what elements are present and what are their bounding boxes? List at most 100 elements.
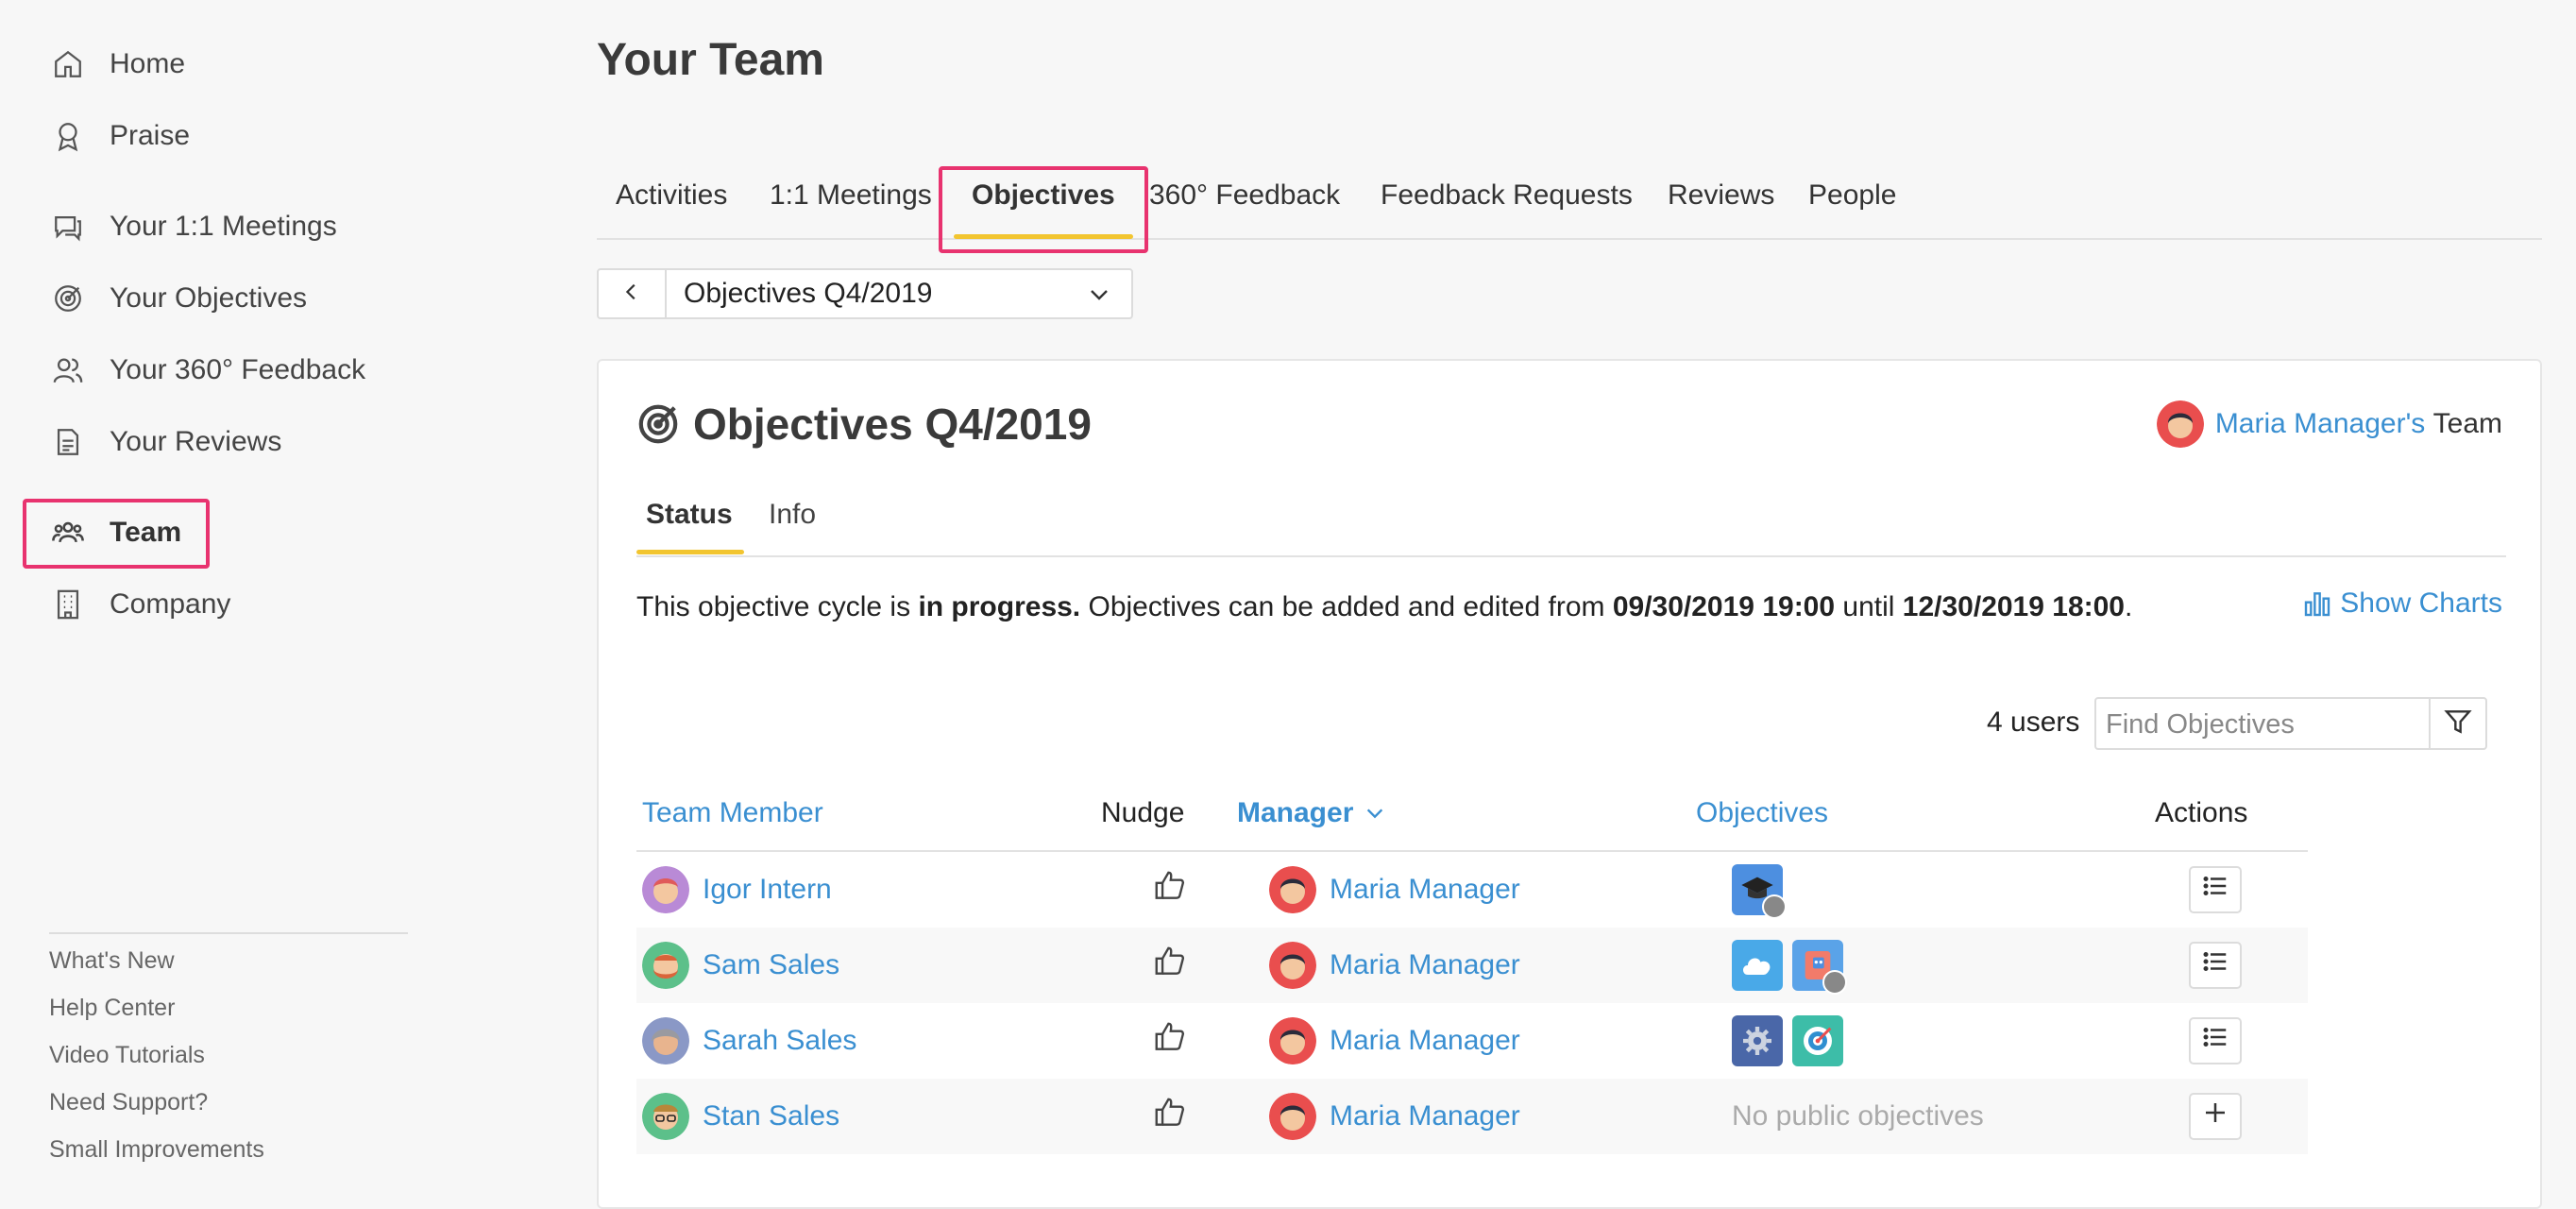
manager-link[interactable]: Maria Manager [1330, 1100, 1520, 1132]
tab-people[interactable]: People [1808, 179, 1896, 212]
sidebar-item-meetings[interactable]: Your 1:1 Meetings [49, 198, 337, 255]
actions-list-button[interactable] [2189, 942, 2242, 989]
nudge-button[interactable] [1152, 928, 1188, 1003]
sidebar-item-label: Your 360° Feedback [110, 354, 366, 385]
member-cell: Stan Sales [642, 1079, 839, 1154]
avatar [642, 1093, 689, 1140]
status-end-date: 12/30/2019 18:00 [1902, 591, 2125, 622]
actions-list-button[interactable] [2189, 1017, 2242, 1064]
cycle-select-value: Objectives Q4/2019 [684, 278, 933, 309]
add-objective-button[interactable] [2189, 1093, 2242, 1140]
tab-meetings[interactable]: 1:1 Meetings [770, 179, 932, 212]
no-public-objectives: No public objectives [1732, 1100, 1984, 1132]
thumbs-up-icon [1152, 1095, 1188, 1138]
footer-link-help-center[interactable]: Help Center [49, 995, 175, 1022]
chat-icon [49, 208, 87, 246]
column-header-manager[interactable]: Manager [1237, 797, 1385, 829]
team-owner-link[interactable]: Maria Manager's [2215, 408, 2425, 440]
sidebar-item-label: Your Objectives [110, 282, 308, 314]
member-cell: Igor Intern [642, 852, 832, 928]
avatar [2156, 400, 2204, 448]
column-header-team-member[interactable]: Team Member [642, 797, 823, 829]
sidebar-item-objectives[interactable]: Your Objectives [49, 270, 307, 327]
avatar [1269, 866, 1316, 913]
sidebar-item-label: Home [110, 48, 186, 79]
column-header-objectives[interactable]: Objectives [1696, 797, 1828, 829]
page-title: Your Team [597, 35, 824, 85]
main-content: Your Team Activities 1:1 Meetings Object… [597, 0, 2576, 1209]
lock-icon [1822, 970, 1847, 995]
avatar [1269, 942, 1316, 989]
tab-360-feedback[interactable]: 360° Feedback [1149, 179, 1340, 212]
list-icon [2201, 872, 2229, 908]
avatar [642, 1017, 689, 1064]
sidebar-item-360-feedback[interactable]: Your 360° Feedback [49, 342, 365, 399]
status-text-part: until [1835, 591, 1903, 622]
manager-link[interactable]: Maria Manager [1330, 1025, 1520, 1057]
gear-icon[interactable] [1732, 1015, 1783, 1066]
footer-link-whats-new[interactable]: What's New [49, 947, 175, 975]
actions-cell [2189, 1003, 2242, 1079]
filter-button[interactable] [2429, 699, 2485, 748]
nudge-button[interactable] [1152, 852, 1188, 928]
sidebar-item-label: Praise [110, 120, 191, 151]
sidebar-item-reviews[interactable]: Your Reviews [49, 414, 281, 470]
sidebar-item-label: Company [110, 588, 231, 620]
team-highlight [23, 499, 210, 569]
previous-cycle-button[interactable] [599, 270, 667, 317]
actions-cell [2189, 852, 2242, 928]
filter-icon [2443, 707, 2473, 741]
sidebar-item-label: Your Reviews [110, 426, 282, 457]
nudge-button[interactable] [1152, 1079, 1188, 1154]
member-link[interactable]: Stan Sales [703, 1100, 839, 1132]
member-link[interactable]: Sam Sales [703, 949, 839, 981]
footer-link-small-improvements[interactable]: Small Improvements [49, 1136, 264, 1164]
thumbs-up-icon [1152, 944, 1188, 987]
sidebar-divider [49, 932, 408, 934]
bar-chart-icon [2302, 588, 2332, 619]
member-link[interactable]: Sarah Sales [703, 1025, 856, 1057]
show-charts-link[interactable]: Show Charts [2302, 587, 2502, 620]
actions-cell [2189, 928, 2242, 1003]
target-icon [636, 402, 680, 446]
avatar [1269, 1017, 1316, 1064]
people-icon [49, 351, 87, 389]
document-icon [49, 423, 87, 461]
tab-feedback-requests[interactable]: Feedback Requests [1381, 179, 1633, 212]
status-start-date: 09/30/2019 19:00 [1612, 591, 1836, 622]
manager-link[interactable]: Maria Manager [1330, 874, 1520, 906]
manager-cell: Maria Manager [1269, 852, 1520, 928]
column-header-nudge: Nudge [1101, 797, 1185, 828]
tab-activities[interactable]: Activities [616, 179, 727, 212]
chevron-left-icon [621, 281, 642, 307]
sidebar-item-company[interactable]: Company [49, 576, 230, 633]
subtab-status[interactable]: Status [646, 499, 733, 531]
tab-reviews[interactable]: Reviews [1668, 179, 1774, 212]
actions-list-button[interactable] [2189, 866, 2242, 913]
member-link[interactable]: Igor Intern [703, 874, 832, 906]
manager-link[interactable]: Maria Manager [1330, 949, 1520, 981]
status-text-part: This objective cycle is [636, 591, 919, 622]
find-objectives-input[interactable] [2096, 699, 2429, 750]
subtab-info[interactable]: Info [769, 499, 816, 531]
robot-icon[interactable] [1792, 940, 1847, 995]
status-text-part: Objectives can be added and edited from [1080, 591, 1613, 622]
table-row: Sam Sales Maria Manager [636, 928, 2308, 1003]
sidebar-item-home[interactable]: Home [49, 36, 185, 93]
cycle-select[interactable]: Objectives Q4/2019 [597, 268, 1133, 319]
team-tabs: Activities 1:1 Meetings Objectives 360° … [597, 168, 2542, 240]
graduation-cap-icon[interactable] [1732, 864, 1787, 919]
footer-link-video-tutorials[interactable]: Video Tutorials [49, 1042, 205, 1069]
show-charts-label: Show Charts [2340, 587, 2502, 619]
target-icon[interactable] [1792, 1015, 1843, 1066]
thumbs-up-icon [1152, 1019, 1188, 1063]
cycle-status-text: This objective cycle is in progress. Obj… [636, 591, 2132, 623]
nudge-button[interactable] [1152, 1003, 1188, 1079]
objectives-cell [1732, 852, 1792, 928]
sidebar-item-praise[interactable]: Praise [49, 108, 190, 164]
sidebar: Home Praise Your 1:1 Meetings Your Objec… [0, 0, 444, 1183]
footer-link-need-support[interactable]: Need Support? [49, 1089, 208, 1116]
cloud-icon[interactable] [1732, 940, 1783, 991]
chevron-down-icon [1088, 283, 1110, 311]
objectives-cell [1732, 1003, 1853, 1079]
